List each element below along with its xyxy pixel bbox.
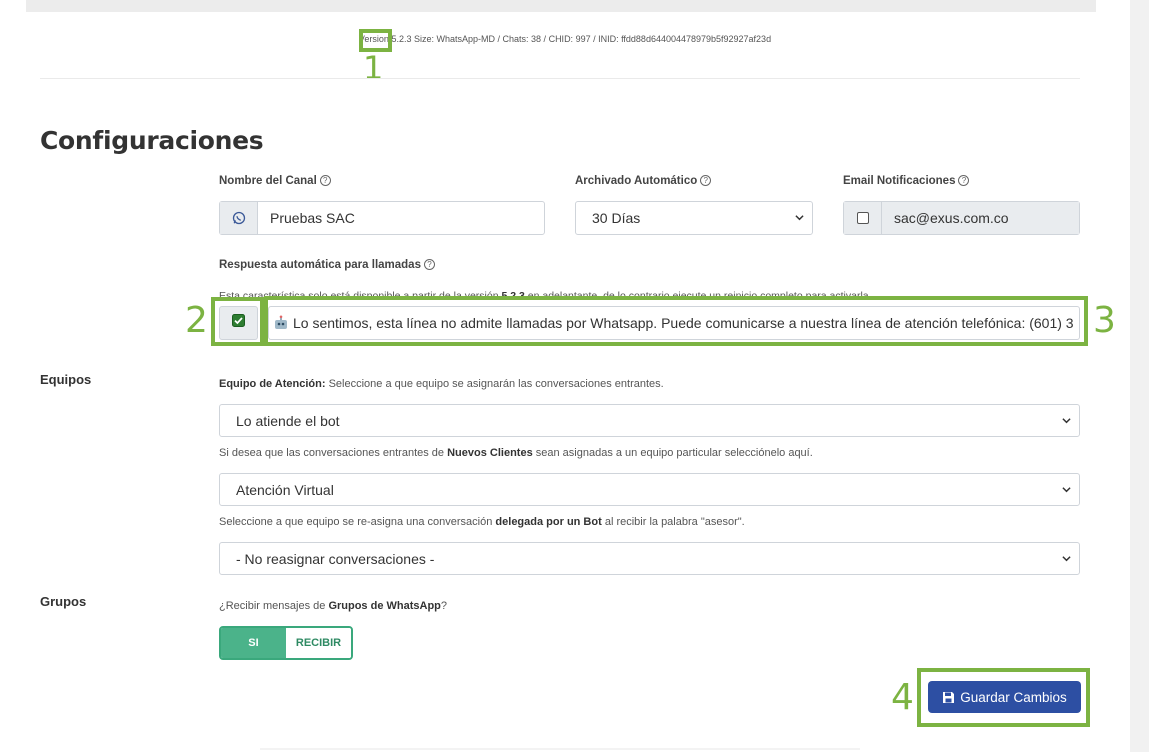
team-select-value: Lo atiende el bot bbox=[236, 412, 340, 429]
top-panel-edge bbox=[26, 0, 1096, 12]
new-clients-prefix: Si desea que las conversaciones entrante… bbox=[219, 447, 445, 459]
team-assignment-label: Equipo de Atención: Seleccione a que equ… bbox=[219, 378, 664, 390]
auto-archive-label: Archivado Automático? bbox=[575, 175, 712, 187]
annotation-box-4 bbox=[917, 668, 1090, 727]
chevron-down-icon bbox=[795, 215, 804, 221]
teams-section-title: Equipos bbox=[40, 372, 92, 387]
reassign-suffix: al recibir la palabra "asesor". bbox=[604, 516, 745, 528]
groups-question-prefix: ¿Recibir mensajes de bbox=[219, 600, 326, 612]
channel-name-input[interactable]: Pruebas SAC bbox=[258, 202, 544, 234]
reassign-label: Seleccione a que equipo se re-asigna una… bbox=[219, 516, 745, 528]
new-clients-select-value: Atención Virtual bbox=[236, 481, 334, 498]
annotation-number-1: 1 bbox=[363, 49, 384, 87]
annotation-number-2: 2 bbox=[185, 300, 208, 341]
groups-question: ¿Recibir mensajes de Grupos de WhatsApp? bbox=[219, 600, 447, 612]
annotation-box-3 bbox=[264, 296, 1088, 346]
email-notifications-label: Email Notificaciones? bbox=[843, 175, 970, 187]
help-icon[interactable]: ? bbox=[700, 175, 712, 187]
call-autoreply-label: Respuesta automática para llamadas? bbox=[219, 259, 435, 271]
help-icon[interactable]: ? bbox=[319, 175, 331, 187]
email-checkbox-addon[interactable] bbox=[844, 202, 882, 234]
reassign-select-value: - No reasignar conversaciones - bbox=[236, 550, 435, 567]
new-clients-label: Si desea que las conversaciones entrante… bbox=[219, 447, 813, 459]
chevron-down-icon bbox=[1062, 418, 1071, 424]
reassign-bold: delegada por un Bot bbox=[495, 516, 602, 528]
email-notifications-checkbox[interactable] bbox=[856, 212, 869, 224]
groups-question-bold: Grupos de WhatsApp bbox=[328, 600, 441, 612]
annotation-box-2 bbox=[211, 297, 264, 346]
groups-question-suffix: ? bbox=[440, 600, 448, 612]
email-notifications-field: sac@exus.com.co bbox=[843, 201, 1080, 235]
annotation-number-3: 3 bbox=[1093, 300, 1116, 341]
version-details: Size: WhatsApp-MD / Chats: 38 / CHID: 99… bbox=[414, 34, 772, 44]
toggle-off-option[interactable]: RECIBIR bbox=[286, 628, 351, 658]
whatsapp-icon bbox=[220, 202, 258, 234]
chevron-down-icon bbox=[1062, 487, 1071, 493]
team-select[interactable]: Lo atiende el bot bbox=[219, 404, 1080, 437]
email-notifications-label-text: Email Notificaciones bbox=[843, 175, 956, 187]
version-number: 5.2.3 bbox=[391, 34, 412, 44]
auto-archive-select[interactable]: 30 Días bbox=[575, 201, 813, 235]
bottom-divider bbox=[260, 748, 860, 750]
reassign-prefix: Seleccione a que equipo se re-asigna una… bbox=[219, 516, 493, 528]
help-icon[interactable]: ? bbox=[423, 259, 435, 271]
channel-name-label-text: Nombre del Canal bbox=[219, 175, 317, 187]
reassign-team-select[interactable]: - No reasignar conversaciones - bbox=[219, 542, 1080, 575]
scrollbar-track[interactable] bbox=[1130, 0, 1149, 752]
new-clients-team-select[interactable]: Atención Virtual bbox=[219, 473, 1080, 506]
team-label-bold: Equipo de Atención: bbox=[219, 378, 326, 390]
help-icon[interactable]: ? bbox=[958, 175, 970, 187]
version-info: Version 5.2.3 Size: WhatsApp-MD / Chats:… bbox=[0, 34, 1130, 44]
new-clients-bold: Nuevos Clientes bbox=[447, 447, 533, 459]
email-input[interactable]: sac@exus.com.co bbox=[882, 202, 1079, 234]
page-title: Configuraciones bbox=[40, 126, 264, 155]
annotation-number-4: 4 bbox=[891, 677, 914, 718]
auto-archive-value: 30 Días bbox=[592, 210, 641, 226]
channel-name-label: Nombre del Canal? bbox=[219, 175, 331, 187]
channel-name-field[interactable]: Pruebas SAC bbox=[219, 201, 545, 235]
team-label-rest: Seleccione a que equipo se asignarán las… bbox=[328, 378, 664, 390]
new-clients-suffix: sean asignadas a un equipo particular se… bbox=[535, 447, 813, 459]
toggle-on-option[interactable]: SI bbox=[221, 628, 286, 658]
chevron-down-icon bbox=[1062, 556, 1071, 562]
auto-archive-label-text: Archivado Automático bbox=[575, 175, 698, 187]
divider bbox=[40, 78, 1080, 79]
groups-section-title: Grupos bbox=[40, 594, 87, 609]
call-autoreply-label-text: Respuesta automática para llamadas bbox=[219, 259, 421, 271]
groups-toggle[interactable]: SI RECIBIR bbox=[219, 626, 353, 660]
